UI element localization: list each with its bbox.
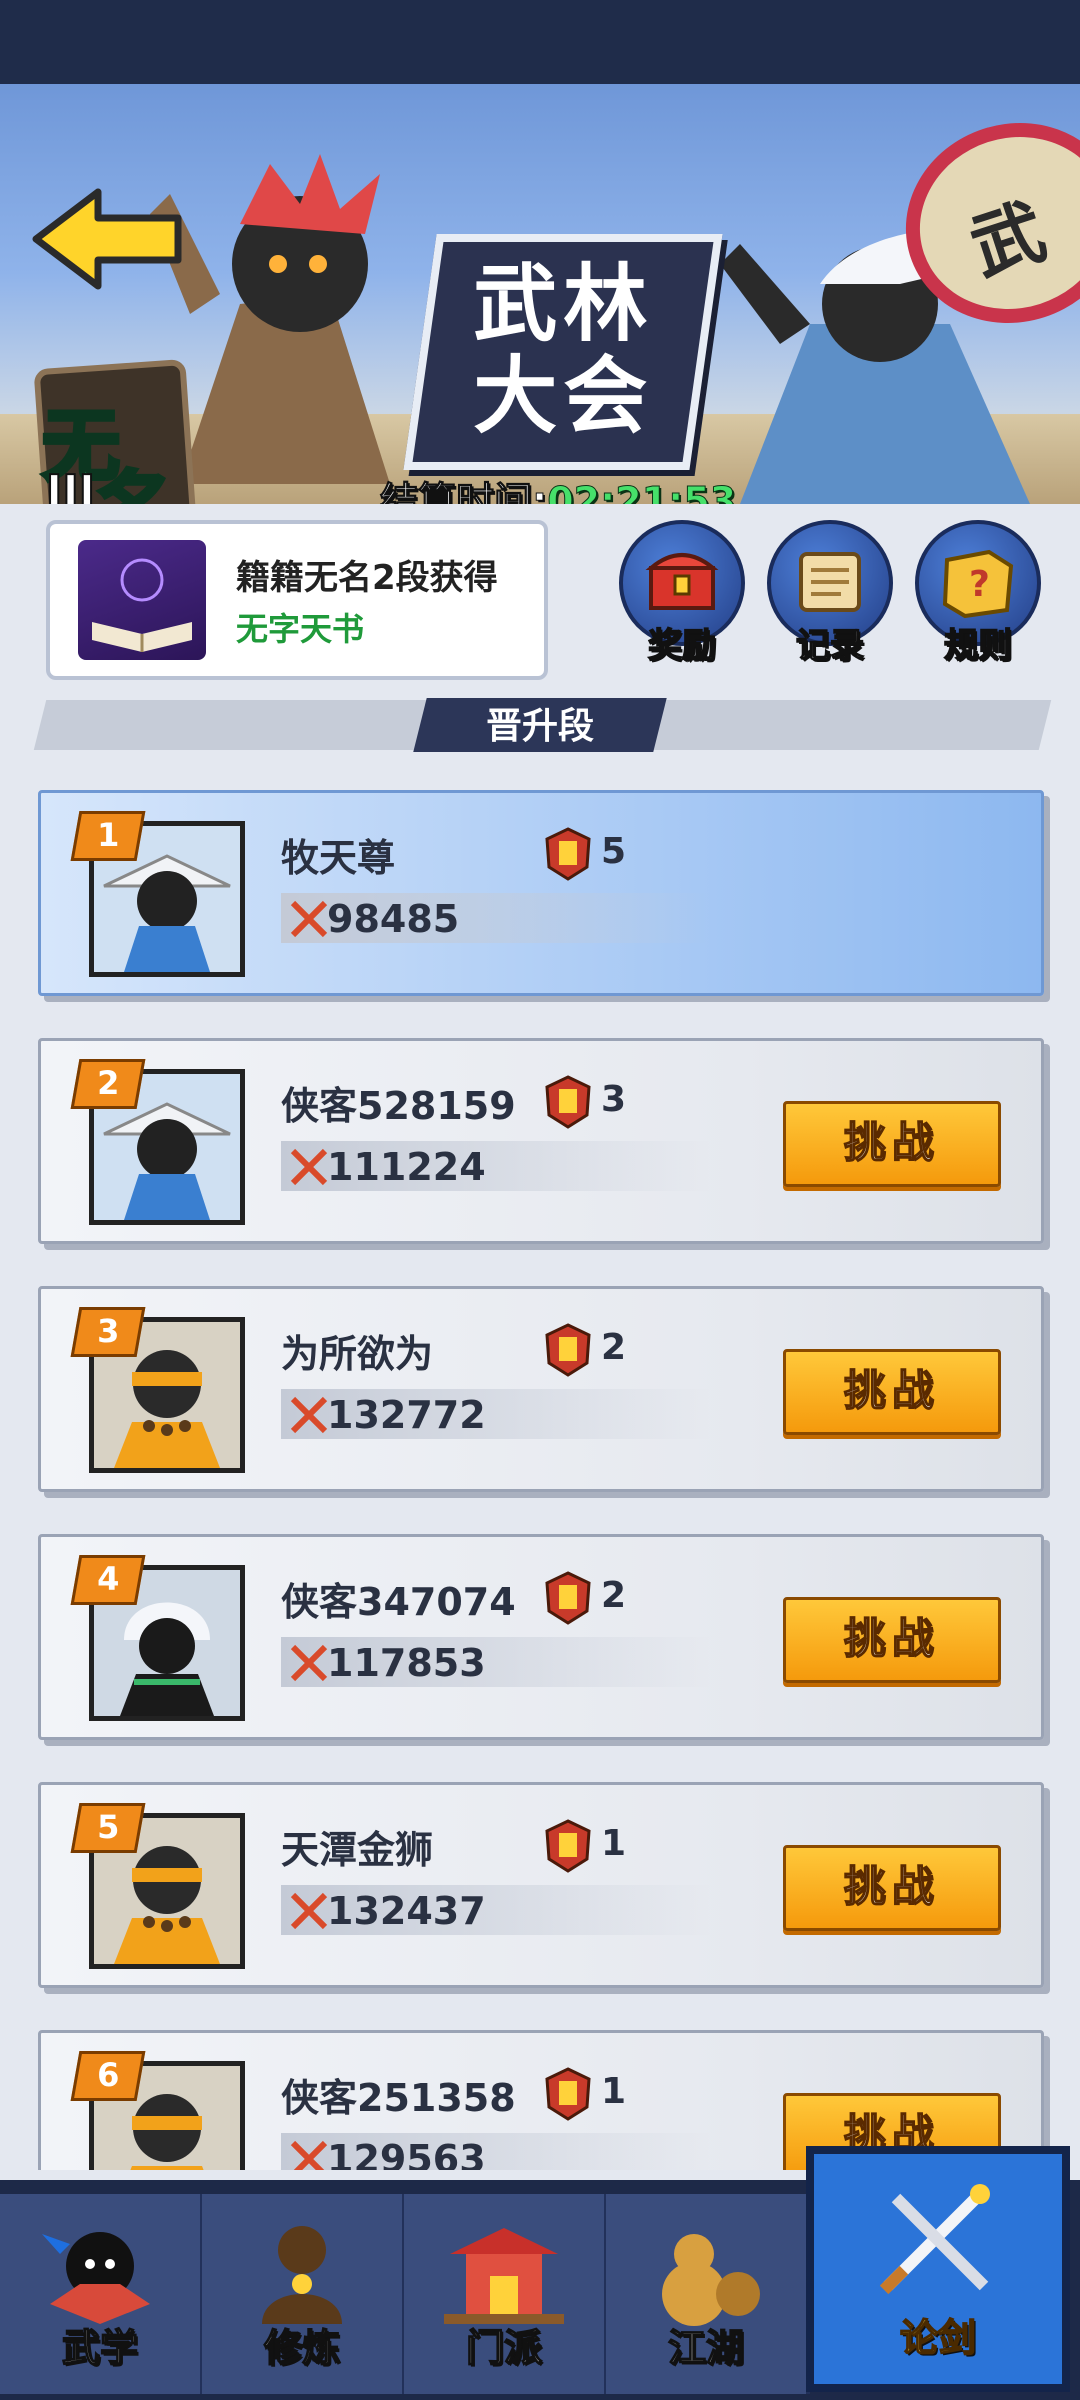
reward-item-name: 无字天书	[236, 610, 365, 648]
player-name: 侠客528159	[281, 1084, 516, 1128]
jianghu-gourd-icon	[662, 2234, 760, 2326]
sword-icon	[290, 900, 328, 938]
nav-label: 武学	[61, 2325, 139, 2371]
sword-icon	[290, 1892, 328, 1930]
combat-power: 132772	[327, 1393, 486, 1437]
cultivation-icon	[262, 2226, 342, 2324]
event-banner: 武 无 名 III 武林大会 结算时间:02:21:53	[0, 84, 1080, 504]
challenge-button[interactable]: 挑战	[783, 1845, 1001, 1931]
seal-icon	[545, 1819, 591, 1873]
reward-button[interactable]: 奖励	[618, 520, 746, 668]
sword-icon	[290, 2140, 328, 2170]
nav-tab-jianghu[interactable]: 江湖	[606, 2194, 810, 2394]
sword-icon	[290, 1644, 328, 1682]
logo-numeral: III	[45, 465, 96, 504]
martial-arts-icon	[42, 2232, 150, 2324]
reward-description: 籍籍无名2段获得	[236, 558, 498, 598]
seal-count: 3	[601, 1079, 627, 1120]
sect-temple-icon	[444, 2228, 564, 2324]
ranking-row[interactable]: 5 天潭金狮 1 132437 挑战	[38, 1782, 1044, 1988]
crossed-swords-icon	[879, 2184, 990, 2295]
rank-badge: 6	[70, 2051, 146, 2101]
nav-tab-cultivation[interactable]: 修炼	[202, 2194, 406, 2394]
nav-tab-duel[interactable]: 论剑	[806, 2146, 1070, 2392]
nav-tab-martial-arts[interactable]: 武学	[0, 2194, 204, 2394]
combat-power: 129563	[327, 2137, 486, 2170]
reward-button-label: 奖励	[647, 625, 717, 667]
ranking-row[interactable]: 3 为所欲为 2 132772 挑战	[38, 1286, 1044, 1492]
seal-count: 5	[601, 831, 627, 872]
settlement-timer: 结算时间:02:21:53	[379, 470, 737, 505]
rank-reward-card[interactable]: 籍籍无名2段获得 无字天书	[46, 520, 548, 680]
nav-tab-sect[interactable]: 门派	[404, 2194, 608, 2394]
nav-label: 论剑	[899, 2315, 977, 2361]
player-name: 牧天尊	[281, 836, 396, 880]
player-name: 天潭金狮	[281, 1828, 434, 1872]
rules-button[interactable]: ? 规则	[914, 520, 1042, 668]
section-title: 晋升段	[485, 706, 594, 747]
rank-badge: 3	[70, 1307, 146, 1357]
ranking-row[interactable]: 1 牧天尊 5 98485	[38, 790, 1044, 996]
nav-label: 修炼	[263, 2325, 341, 2371]
sword-icon	[290, 1396, 328, 1434]
combat-power: 111224	[327, 1145, 486, 1189]
back-arrow-icon[interactable]	[28, 184, 188, 294]
status-bar-area	[0, 0, 1080, 84]
combat-power: 117853	[327, 1641, 486, 1685]
combat-power: 98485	[327, 897, 460, 941]
challenge-button[interactable]: 挑战	[783, 1597, 1001, 1683]
seal-icon	[545, 1075, 591, 1129]
logo-char-2: 名	[94, 446, 176, 504]
rules-button-label: 规则	[943, 625, 1013, 667]
nav-label: 江湖	[667, 2325, 745, 2371]
timer-label: 结算时间:	[379, 479, 548, 505]
rank-badge: 1	[70, 811, 146, 861]
ranking-row[interactable]: 4 侠客347074 2 117853 挑战	[38, 1534, 1044, 1740]
player-name: 侠客251358	[281, 2076, 516, 2120]
seal-count: 2	[601, 1575, 627, 1616]
seal-icon	[545, 2067, 591, 2121]
rank-badge: 5	[70, 1803, 146, 1853]
ranking-list[interactable]: 1 牧天尊 5 98485 2 侠客528159 3 111224 挑战 3 为…	[0, 790, 1080, 2170]
ranking-row[interactable]: 2 侠客528159 3 111224 挑战	[38, 1038, 1044, 1244]
rank-badge: 4	[70, 1555, 146, 1605]
event-title: 武林 大会	[473, 255, 654, 445]
event-title-plaque: 武林 大会	[403, 234, 723, 470]
player-name: 侠客347074	[281, 1580, 516, 1624]
seal-icon	[545, 827, 591, 881]
record-button-label: 记录	[795, 625, 865, 667]
svg-text:?: ?	[969, 564, 990, 605]
seal-icon	[545, 1323, 591, 1377]
rank-badge: 2	[70, 1059, 146, 1109]
blank-book-icon	[78, 540, 206, 660]
sword-icon	[290, 1148, 328, 1186]
record-button[interactable]: 记录	[766, 520, 894, 668]
seal-icon	[545, 1571, 591, 1625]
timer-value: 02:21:53	[547, 479, 737, 505]
seal-count: 1	[601, 2071, 627, 2112]
seal-count: 1	[601, 1823, 627, 1864]
nav-label: 门派	[465, 2325, 543, 2371]
challenge-button[interactable]: 挑战	[783, 1101, 1001, 1187]
challenge-button[interactable]: 挑战	[783, 1349, 1001, 1435]
player-name: 为所欲为	[281, 1332, 434, 1376]
bottom-navigation: 武学 修炼 门派 江湖 论剑	[0, 2146, 1080, 2400]
game-logo: 无 名 III	[30, 354, 199, 504]
combat-power: 132437	[327, 1889, 486, 1933]
seal-count: 2	[601, 1327, 627, 1368]
